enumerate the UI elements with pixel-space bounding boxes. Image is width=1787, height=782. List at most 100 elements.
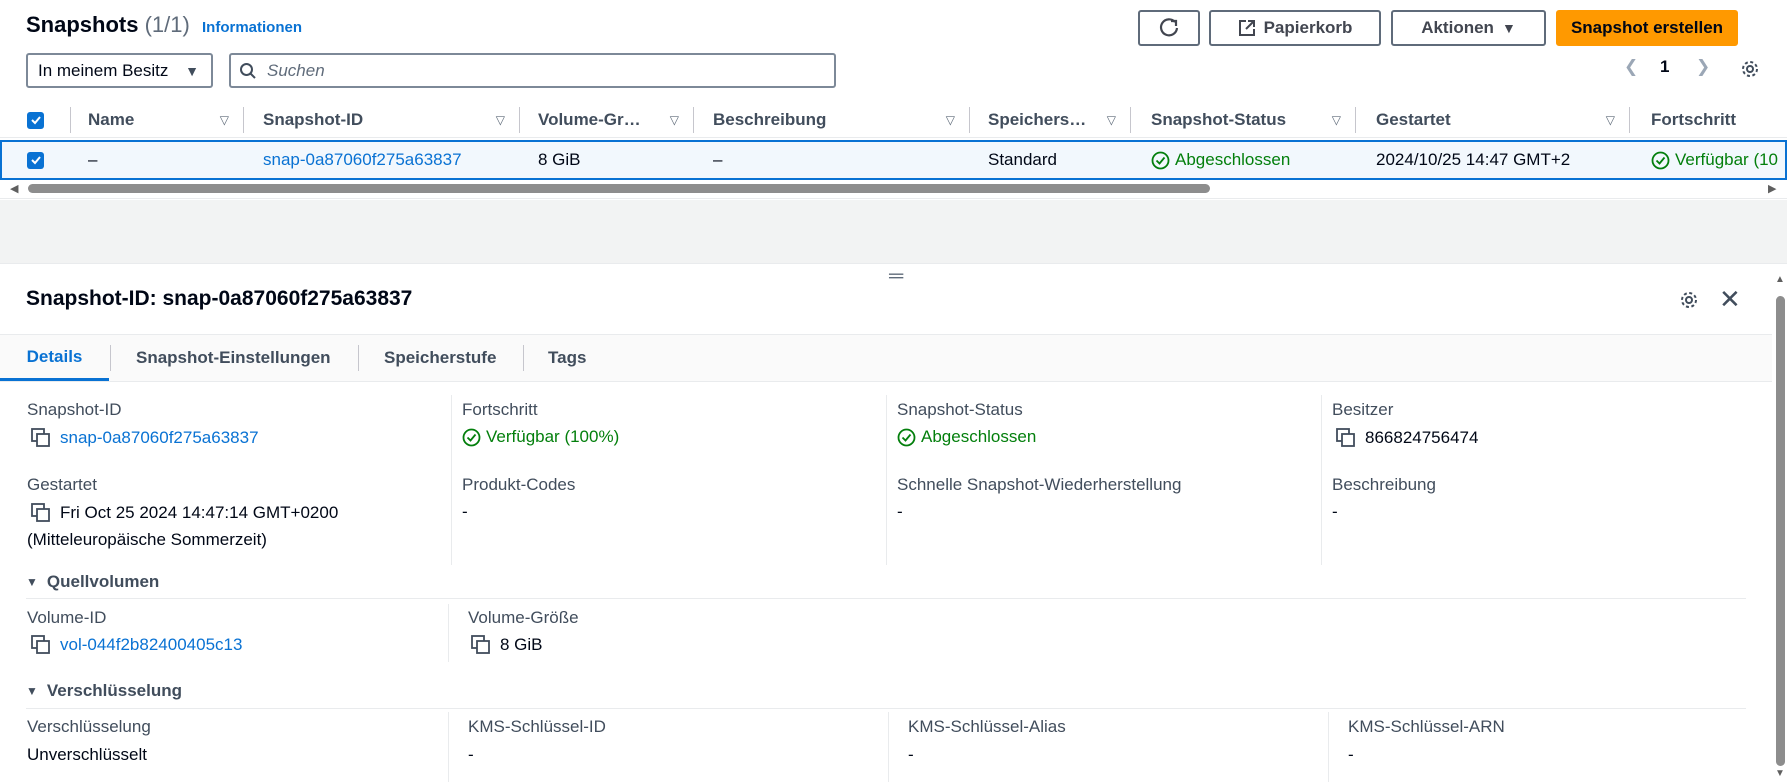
caret-down-icon: ▼ <box>26 575 38 589</box>
source-volume-section-toggle[interactable]: ▼ Quellvolumen <box>26 572 159 592</box>
copy-icon[interactable] <box>30 502 52 524</box>
kms-key-arn-label: KMS-Schlüssel-ARN <box>1348 717 1505 736</box>
sort-icon: ▽ <box>1605 113 1615 127</box>
snapshot-id-link[interactable]: snap-0a87060f275a63837 <box>60 428 259 448</box>
description-label: Beschreibung <box>1332 475 1436 494</box>
scroll-left-icon[interactable]: ◀ <box>10 182 18 195</box>
snapshots-table-container: Snapshots (1/1) Informationen Papierkorb… <box>0 0 1787 199</box>
panel-settings-gear-icon[interactable] <box>1678 289 1700 311</box>
select-all-checkbox[interactable] <box>27 102 47 138</box>
create-snapshot-button[interactable]: Snapshot erstellen <box>1556 10 1738 46</box>
pagination-next-icon[interactable]: ❯ <box>1696 57 1710 77</box>
owner-filter-value: In meinem Besitz <box>38 60 169 80</box>
volume-id-link[interactable]: vol-044f2b82400405c13 <box>60 635 242 655</box>
refresh-button[interactable] <box>1138 10 1200 46</box>
status-value: Abgeschlossen <box>897 427 1036 447</box>
started-timezone: (Mitteleuropäische Sommerzeit) <box>27 530 267 549</box>
kms-key-alias-value: - <box>908 745 914 764</box>
cell-name: – <box>88 150 98 169</box>
preferences-gear-icon[interactable] <box>1739 58 1761 80</box>
column-header-description[interactable]: Beschreibung ▽ <box>713 102 969 138</box>
fast-restore-label: Schnelle Snapshot-Wiederherstellung <box>897 475 1182 494</box>
tab-snapshot-settings[interactable]: Snapshot-Einstellungen <box>136 335 331 381</box>
cell-volume-size: 8 GiB <box>538 150 581 169</box>
scroll-up-icon[interactable]: ▲ <box>1775 274 1785 285</box>
pagination-prev-icon[interactable]: ❮ <box>1624 57 1638 77</box>
row-checkbox[interactable] <box>27 142 44 178</box>
search-input[interactable]: Suchen <box>229 53 836 88</box>
status-label: Snapshot-Status <box>897 400 1023 419</box>
cell-snapshot-id-link[interactable]: snap-0a87060f275a63837 <box>263 142 462 178</box>
sort-icon: ▽ <box>219 113 229 127</box>
column-header-progress[interactable]: Fortschritt <box>1651 102 1787 138</box>
encryption-section-toggle[interactable]: ▼ Verschlüsselung <box>26 681 182 701</box>
scrollbar-thumb[interactable] <box>28 184 1210 193</box>
encryption-value: Unverschlüsselt <box>27 745 147 764</box>
started-value: Fri Oct 25 2024 14:47:14 GMT+0200 <box>30 502 338 524</box>
table-row[interactable]: – snap-0a87060f275a63837 8 GiB – Standar… <box>0 140 1787 180</box>
copy-icon[interactable] <box>30 427 52 449</box>
volume-size-value: 8 GiB <box>470 634 543 656</box>
trash-button-label: Papierkorb <box>1263 18 1353 37</box>
search-placeholder: Suchen <box>267 60 325 80</box>
fast-restore-value: - <box>897 502 903 521</box>
trash-button[interactable]: Papierkorb <box>1209 10 1381 46</box>
table-header: Name ▽ Snapshot-ID ▽ Volume-Gr… ▽ Beschreib… <box>0 102 1787 138</box>
success-check-icon <box>1151 151 1170 169</box>
sort-icon: ▽ <box>669 113 679 127</box>
tab-storage-tier[interactable]: Speicherstufe <box>384 335 496 381</box>
column-header-name[interactable]: Name ▽ <box>88 102 243 138</box>
volume-size-label: Volume-Größe <box>468 608 579 627</box>
sort-icon: ▽ <box>495 113 505 127</box>
column-header-snapshot-id[interactable]: Snapshot-ID ▽ <box>263 102 519 138</box>
cell-status: Abgeschlossen <box>1151 142 1290 178</box>
vertical-scrollbar[interactable]: ▲ ▼ <box>1773 272 1787 782</box>
volume-id-value: vol-044f2b82400405c13 <box>30 634 242 656</box>
copy-icon[interactable] <box>30 634 52 656</box>
cell-storage-tier: Standard <box>988 150 1057 169</box>
volume-id-label: Volume-ID <box>27 608 107 627</box>
title-count: (1/1) <box>144 12 190 37</box>
success-check-icon <box>897 428 916 446</box>
actions-label: Aktionen <box>1421 18 1494 37</box>
tab-details[interactable]: Details <box>0 335 109 381</box>
search-icon <box>240 62 256 79</box>
copy-icon[interactable] <box>1335 427 1357 449</box>
success-check-icon <box>462 428 481 446</box>
column-header-volume-size[interactable]: Volume-Gr… ▽ <box>538 102 693 138</box>
caret-down-icon: ▼ <box>26 684 38 698</box>
drag-handle-icon[interactable]: ═ <box>889 266 903 286</box>
owner-label: Besitzer <box>1332 400 1394 419</box>
refresh-icon <box>1159 18 1179 37</box>
copy-icon[interactable] <box>470 634 492 656</box>
kms-key-alias-label: KMS-Schlüssel-Alias <box>908 717 1066 736</box>
title-text: Snapshots <box>26 12 139 37</box>
tab-tags[interactable]: Tags <box>548 335 586 381</box>
snapshot-id-value: snap-0a87060f275a63837 <box>30 427 259 449</box>
column-header-snapshot-status[interactable]: Snapshot-Status ▽ <box>1151 102 1355 138</box>
caret-down-icon: ▼ <box>1501 20 1516 36</box>
sort-icon: ▽ <box>1331 113 1341 127</box>
page-title: Snapshots (1/1) <box>26 12 190 38</box>
sort-icon: ▽ <box>945 113 955 127</box>
pagination-page[interactable]: 1 <box>1660 57 1669 77</box>
split-divider-area <box>0 200 1787 264</box>
horizontal-scrollbar[interactable]: ◀ ▶ <box>0 180 1787 197</box>
owner-filter-select[interactable]: In meinem Besitz ▼ <box>26 53 213 88</box>
sort-icon: ▽ <box>1106 113 1116 127</box>
description-value: - <box>1332 502 1338 521</box>
caret-down-icon: ▼ <box>185 62 199 79</box>
cell-started: 2024/10/25 14:47 GMT+2 <box>1376 150 1571 169</box>
actions-dropdown[interactable]: Aktionen ▼ <box>1391 10 1546 46</box>
scroll-right-icon[interactable]: ▶ <box>1768 182 1776 195</box>
info-link[interactable]: Informationen <box>202 19 302 36</box>
progress-label: Fortschritt <box>462 400 538 419</box>
cell-progress: Verfügbar (10 <box>1651 142 1778 178</box>
scrollbar-thumb[interactable] <box>1776 296 1785 766</box>
scroll-down-icon[interactable]: ▼ <box>1775 768 1785 779</box>
column-header-started[interactable]: Gestartet ▽ <box>1376 102 1629 138</box>
details-title: Snapshot-ID: snap-0a87060f275a63837 <box>26 287 413 310</box>
column-header-storage-tier[interactable]: Speichers… ▽ <box>988 102 1130 138</box>
close-icon[interactable]: ✕ <box>1719 286 1741 312</box>
external-link-icon <box>1238 20 1255 36</box>
